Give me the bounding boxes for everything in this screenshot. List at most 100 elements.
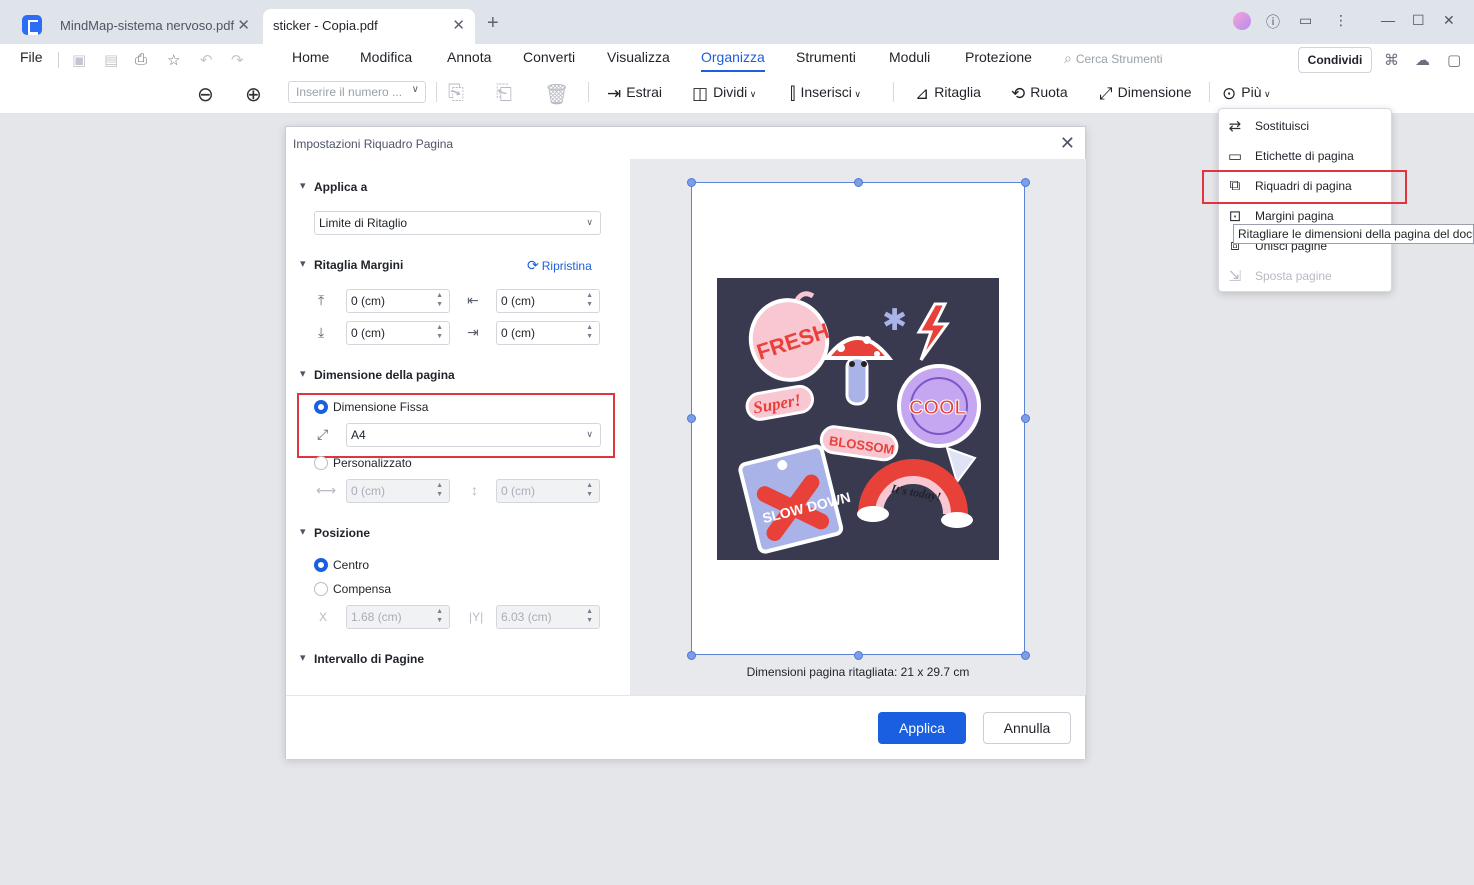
- crop-handle[interactable]: [1021, 178, 1030, 187]
- tab-sticker[interactable]: sticker - Copia.pdf ✕: [263, 9, 475, 44]
- cloud-upload-icon[interactable]: ☁: [1415, 51, 1430, 69]
- crop-handle[interactable]: [687, 651, 696, 660]
- stepper-icon[interactable]: ▲ ▼: [436, 607, 443, 625]
- maximize-icon[interactable]: ☐: [1412, 12, 1425, 29]
- sticker-illustration: FRESH ✱ Super! COOL BLOSSOM SLOW DOWN It…: [738, 291, 981, 554]
- margin-left-value: 0 (cm): [501, 294, 535, 308]
- stepper-icon[interactable]: ▲ ▼: [586, 481, 593, 499]
- book-icon[interactable]: ⌘: [1384, 51, 1399, 69]
- save-as-icon[interactable]: ▤: [104, 51, 118, 69]
- feedback-icon[interactable]: ▭: [1299, 12, 1312, 29]
- avatar[interactable]: [1233, 12, 1251, 30]
- split-button[interactable]: ◫ Dividi ∨: [692, 84, 756, 104]
- zoom-out-icon[interactable]: ⊖: [197, 82, 214, 107]
- stepper-icon[interactable]: ▲ ▼: [586, 607, 593, 625]
- minimize-icon[interactable]: —: [1381, 12, 1395, 28]
- new-tab-icon[interactable]: +: [487, 12, 499, 35]
- custom-height-input[interactable]: 0 (cm) ▲ ▼: [496, 479, 600, 503]
- y-offset-input[interactable]: 6.03 (cm) ▲ ▼: [496, 605, 600, 629]
- crop-handle[interactable]: [854, 651, 863, 660]
- crop-handle[interactable]: [1021, 651, 1030, 660]
- more-button[interactable]: ⊙ Più ∨: [1222, 84, 1271, 104]
- menu-converti[interactable]: Converti: [523, 49, 575, 65]
- insert-button[interactable]: ⫿ Inserisci ∨: [790, 84, 861, 104]
- offset-label[interactable]: Compensa: [333, 582, 391, 596]
- page-number-input[interactable]: Inserire il numero ... ∨: [288, 81, 426, 103]
- center-radio[interactable]: [314, 558, 328, 572]
- size-button[interactable]: ⤢ Dimensione: [1099, 84, 1192, 104]
- crop-handle[interactable]: [687, 178, 696, 187]
- center-label[interactable]: Centro: [333, 558, 369, 572]
- margin-bottom-input[interactable]: 0 (cm) ▲ ▼: [346, 321, 450, 345]
- menu-item-page-labels[interactable]: ▭ Etichette di pagina: [1219, 141, 1391, 171]
- redo-icon[interactable]: ↷: [231, 51, 244, 69]
- undo-icon[interactable]: ↶: [200, 51, 213, 69]
- close-icon[interactable]: ✕: [1060, 133, 1075, 154]
- margin-left-input[interactable]: 0 (cm) ▲ ▼: [496, 289, 600, 313]
- menu-annota[interactable]: Annota: [447, 49, 491, 65]
- print-icon[interactable]: ⎙: [135, 51, 147, 68]
- crop-handle[interactable]: [854, 178, 863, 187]
- rotate-left-page-icon[interactable]: ⎘: [448, 82, 464, 105]
- more-options-icon[interactable]: ⋮: [1334, 12, 1348, 29]
- reset-button[interactable]: ⟳ Ripristina: [527, 257, 592, 274]
- crop-handle[interactable]: [687, 414, 696, 423]
- chevron-down-icon[interactable]: ∨: [412, 84, 419, 95]
- crop-handle[interactable]: [1021, 414, 1030, 423]
- page-box-settings-dialog: Impostazioni Riquadro Pagina ✕ Applica a…: [285, 126, 1086, 759]
- stepper-icon[interactable]: ▲ ▼: [436, 481, 443, 499]
- star-icon[interactable]: ☆: [167, 51, 180, 69]
- position-section[interactable]: Posizione: [300, 525, 370, 540]
- fixed-size-label[interactable]: Dimensione Fissa: [333, 400, 428, 414]
- stepper-icon[interactable]: ▲ ▼: [436, 291, 443, 309]
- menu-item-label: Margini pagina: [1255, 209, 1334, 223]
- menu-protezione[interactable]: Protezione: [965, 49, 1032, 65]
- share-button[interactable]: Condividi: [1298, 47, 1372, 73]
- extract-icon: ⇥: [607, 84, 622, 103]
- menu-organizza[interactable]: Organizza: [701, 49, 765, 65]
- menu-item-replace[interactable]: ⇄ Sostituisci: [1219, 111, 1391, 141]
- close-icon[interactable]: ✕: [237, 9, 250, 42]
- delete-page-icon[interactable]: 🗑: [544, 82, 569, 107]
- menu-visualizza[interactable]: Visualizza: [607, 49, 670, 65]
- menu-item-move-pages[interactable]: ⇲ Sposta pagine: [1219, 261, 1391, 291]
- tab-mindmap[interactable]: MindMap-sistema nervoso.pdf ✕: [50, 9, 260, 44]
- custom-size-radio[interactable]: [314, 456, 328, 470]
- extract-button[interactable]: ⇥ Estrai: [607, 84, 662, 104]
- page-range-section[interactable]: Intervallo di Pagine: [300, 651, 424, 666]
- panel-icon[interactable]: ▢: [1447, 51, 1461, 69]
- menu-file[interactable]: File: [20, 49, 43, 65]
- stepper-icon[interactable]: ▲ ▼: [436, 323, 443, 341]
- stepper-icon[interactable]: ▲ ▼: [586, 323, 593, 341]
- crop-button[interactable]: ⊿ Ritaglia: [915, 84, 981, 104]
- apply-to-value: Limite di Ritaglio: [319, 216, 408, 230]
- custom-size-label[interactable]: Personalizzato: [333, 456, 412, 470]
- zoom-in-icon[interactable]: ⊕: [245, 82, 262, 107]
- margin-top-input[interactable]: 0 (cm) ▲ ▼: [346, 289, 450, 313]
- rotate-button[interactable]: ⟲ Ruota: [1011, 84, 1068, 104]
- fixed-size-select[interactable]: A4 ∨: [346, 423, 601, 447]
- help-icon[interactable]: ⓘ: [1266, 12, 1280, 32]
- title-bar: MindMap-sistema nervoso.pdf ✕ sticker - …: [0, 0, 1474, 44]
- menu-modifica[interactable]: Modifica: [360, 49, 412, 65]
- search-tools[interactable]: ⌕ Cerca Strumenti: [1064, 50, 1163, 67]
- menu-home[interactable]: Home: [292, 49, 329, 65]
- crop-margins-section[interactable]: Ritaglia Margini: [300, 257, 403, 272]
- apply-to-section[interactable]: Applica a: [300, 179, 367, 194]
- margin-right-input[interactable]: 0 (cm) ▲ ▼: [496, 321, 600, 345]
- window-close-icon[interactable]: ✕: [1443, 12, 1455, 29]
- custom-width-input[interactable]: 0 (cm) ▲ ▼: [346, 479, 450, 503]
- x-offset-input[interactable]: 1.68 (cm) ▲ ▼: [346, 605, 450, 629]
- apply-to-select[interactable]: Limite di Ritaglio ∨: [314, 211, 601, 235]
- rotate-right-page-icon[interactable]: ⎗: [496, 82, 512, 105]
- apply-button[interactable]: Applica: [878, 712, 966, 744]
- cancel-button[interactable]: Annulla: [983, 712, 1071, 744]
- close-icon[interactable]: ✕: [452, 9, 465, 42]
- fixed-size-radio[interactable]: [314, 400, 328, 414]
- menu-strumenti[interactable]: Strumenti: [796, 49, 856, 65]
- menu-moduli[interactable]: Moduli: [889, 49, 930, 65]
- offset-radio[interactable]: [314, 582, 328, 596]
- stepper-icon[interactable]: ▲ ▼: [586, 291, 593, 309]
- save-icon[interactable]: ▣: [72, 51, 86, 69]
- page-size-section[interactable]: Dimensione della pagina: [300, 367, 455, 382]
